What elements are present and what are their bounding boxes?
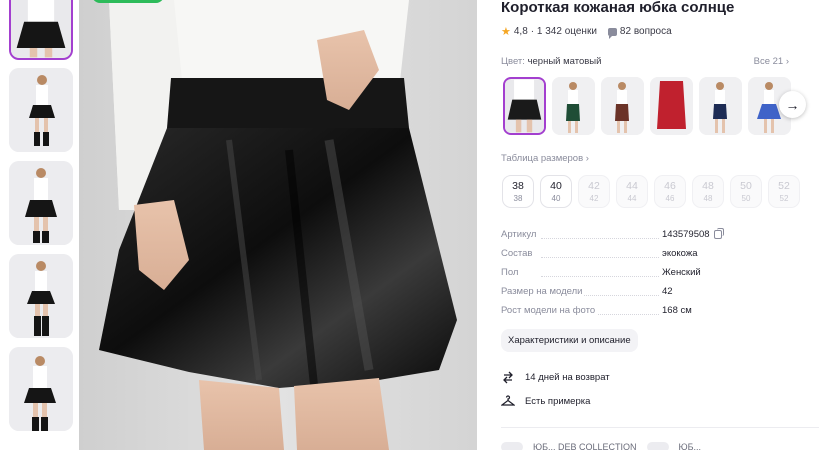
- spec-key: Состав: [501, 248, 535, 259]
- thumbnail-3[interactable]: [9, 161, 73, 245]
- size-option[interactable]: 46 46: [654, 175, 686, 208]
- spec-key: Артикул: [501, 229, 539, 240]
- return-policy[interactable]: 14 дней на возврат: [501, 370, 610, 384]
- hanger-icon: [501, 395, 515, 406]
- thumbnail-image: [9, 161, 73, 245]
- size-ru: 42: [588, 180, 600, 192]
- spec-value: 168 см: [662, 305, 692, 316]
- spec-key: Рост модели на фото: [501, 305, 598, 316]
- product-title: Короткая кожаная юбка солнце: [501, 0, 735, 16]
- divider: [501, 427, 819, 428]
- swatch-image: [650, 77, 693, 135]
- arrow-right-icon: →: [785, 96, 800, 113]
- swatch-image: [699, 77, 742, 135]
- return-arrows-icon: [503, 371, 513, 384]
- questions-count[interactable]: 82 вопроса: [620, 26, 672, 37]
- thumbnail-1[interactable]: [9, 0, 73, 60]
- spec-row-model-size: Размер на модели 42: [501, 286, 801, 305]
- size-ru: 44: [626, 180, 638, 192]
- thumbnail-image: [9, 347, 73, 431]
- thumbnail-image: [9, 254, 73, 338]
- size-option[interactable]: 40 40: [540, 175, 572, 208]
- skirt-photo-image: [79, 0, 477, 450]
- star-icon: ★: [501, 26, 511, 38]
- color-swatch[interactable]: [699, 77, 742, 135]
- color-swatch[interactable]: [552, 77, 595, 135]
- thumbnail-image: [11, 0, 71, 58]
- swatch-image: [505, 79, 544, 133]
- return-policy-label: 14 дней на возврат: [525, 371, 610, 383]
- size-eu: 52: [779, 194, 789, 203]
- related-product-2[interactable]: ЮБ...: [679, 442, 702, 450]
- size-option[interactable]: 50 50: [730, 175, 762, 208]
- thumbnail-4[interactable]: [9, 254, 73, 338]
- size-table-link[interactable]: Таблица размеров ›: [501, 153, 589, 164]
- article-number: 143579508: [662, 229, 710, 240]
- swatch-image: [601, 77, 644, 135]
- color-value: черный матовый: [527, 56, 602, 67]
- color-label: Цвет:: [501, 56, 525, 67]
- spec-row-gender: Пол Женский: [501, 267, 801, 286]
- thumbnail-5[interactable]: [9, 347, 73, 431]
- related-thumb[interactable]: [501, 442, 523, 450]
- spec-value: Женский: [662, 267, 701, 278]
- size-eu: 46: [665, 194, 675, 203]
- size-option[interactable]: 48 48: [692, 175, 724, 208]
- size-eu: 44: [627, 194, 637, 203]
- size-eu: 50: [741, 194, 751, 203]
- thumbnail-2[interactable]: [9, 68, 73, 152]
- size-eu: 40: [551, 194, 561, 203]
- copy-icon[interactable]: [713, 228, 724, 239]
- color-swatch[interactable]: [650, 77, 693, 135]
- spec-row-model-height: Рост модели на фото 168 см: [501, 305, 801, 324]
- description-button[interactable]: Характеристики и описание: [501, 329, 638, 352]
- size-option[interactable]: 38 38: [502, 175, 534, 208]
- size-ru: 50: [740, 180, 752, 192]
- size-eu: 38: [513, 194, 523, 203]
- next-colors-button[interactable]: →: [779, 91, 806, 118]
- thumbnail-strip: [0, 0, 80, 450]
- spec-row-article: Артикул 143579508: [501, 228, 801, 248]
- product-info-panel: Короткая кожаная юбка солнце ★ 4,8 · 1 3…: [501, 0, 819, 450]
- size-option[interactable]: 44 44: [616, 175, 648, 208]
- rating-value: 4,8: [513, 26, 528, 37]
- size-ru: 46: [664, 180, 676, 192]
- spec-value: 42: [662, 286, 673, 297]
- related-products-row: ЮБ... DEB COLLECTION ЮБ...: [501, 442, 701, 450]
- spec-value: экокожа: [662, 248, 698, 259]
- swatch-image: [552, 77, 595, 135]
- size-ru: 48: [702, 180, 714, 192]
- rating-row[interactable]: ★ 4,8 · 1 342 оценки 82 вопроса: [501, 25, 672, 39]
- fitting-label: Есть примерка: [525, 395, 591, 407]
- size-ru: 40: [550, 180, 562, 192]
- size-eu: 48: [703, 194, 713, 203]
- size-ru: 52: [778, 180, 790, 192]
- related-thumb[interactable]: [646, 442, 669, 450]
- related-product-1[interactable]: ЮБ... DEB COLLECTION: [533, 442, 637, 450]
- spec-value: 143579508: [662, 228, 724, 240]
- thumbnail-image: [9, 68, 73, 152]
- spec-row-composition: Состав экокожа: [501, 248, 801, 267]
- specs-list: Артикул 143579508 Состав экокожа Пол Жен…: [501, 228, 801, 324]
- promo-badge-edge: [92, 0, 164, 3]
- color-swatches: →: [501, 77, 819, 135]
- spec-key: Размер на модели: [501, 286, 585, 297]
- main-product-photo[interactable]: [79, 0, 477, 450]
- size-ru: 38: [512, 180, 524, 192]
- reviews-count[interactable]: · 1 342 оценки: [531, 26, 597, 37]
- color-swatch[interactable]: [601, 77, 644, 135]
- questions-icon: [607, 27, 617, 39]
- color-row: Цвет: черный матовый Все 21 ›: [501, 56, 789, 67]
- size-option[interactable]: 52 52: [768, 175, 800, 208]
- fitting-info[interactable]: Есть примерка: [501, 394, 590, 408]
- spec-key: Пол: [501, 267, 521, 278]
- size-eu: 42: [589, 194, 599, 203]
- color-swatch[interactable]: [503, 77, 546, 135]
- all-colors-link[interactable]: Все 21 ›: [754, 56, 789, 67]
- size-option[interactable]: 42 42: [578, 175, 610, 208]
